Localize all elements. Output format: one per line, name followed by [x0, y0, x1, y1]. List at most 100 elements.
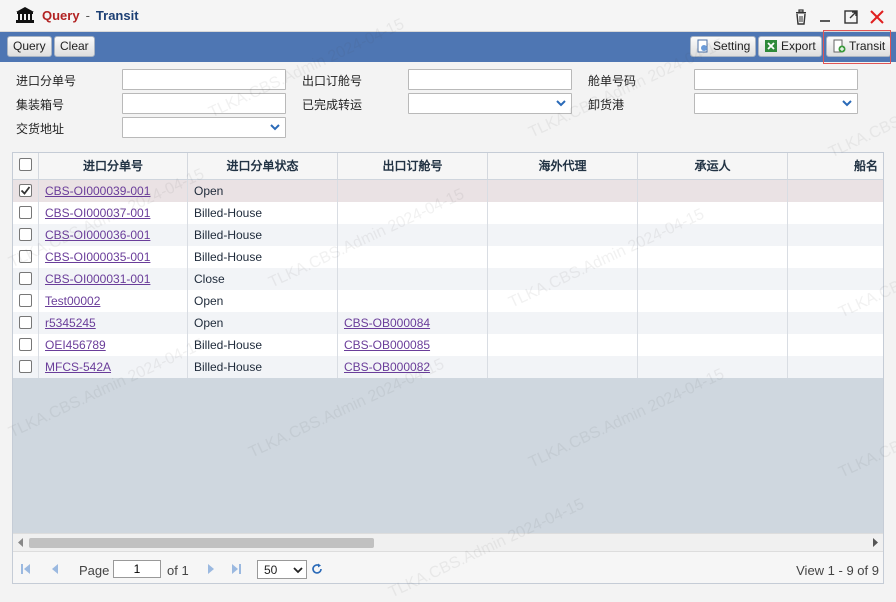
carrier-cell	[638, 268, 788, 290]
table-row[interactable]: OEI456789 Billed-House CBS-OB000085	[13, 334, 883, 356]
maximize-icon[interactable]	[842, 8, 860, 26]
results-grid: 进口分单号 进口分单状态 出口订舱号 海外代理 承运人 船名 CBS-OI000…	[12, 152, 884, 584]
vessel-cell	[788, 290, 883, 312]
row-select-cell	[13, 268, 39, 290]
minimize-icon[interactable]	[816, 8, 834, 26]
query-button[interactable]: Query	[7, 36, 52, 57]
next-page-icon[interactable]	[207, 563, 215, 575]
toolbar: Query Clear Setting Export Transit	[0, 32, 896, 62]
table-row[interactable]: CBS-OI000031-001 Close	[13, 268, 883, 290]
container-no-input[interactable]	[122, 93, 286, 114]
table-row[interactable]: r5345245 Open CBS-OB000084	[13, 312, 883, 334]
scrollbar-thumb[interactable]	[29, 538, 374, 548]
import-hbl-link[interactable]: r5345245	[45, 316, 96, 330]
table-row[interactable]: MFCS-542A Billed-House CBS-OB000082	[13, 356, 883, 378]
refresh-icon[interactable]	[311, 563, 323, 575]
import-hbl-link[interactable]: CBS-OI000037-001	[45, 206, 150, 220]
table-row[interactable]: CBS-OI000039-001 Open	[13, 180, 883, 202]
col-overseas-agent[interactable]: 海外代理	[488, 153, 638, 179]
delivery-address-select[interactable]	[122, 117, 286, 138]
export-booking-cell: CBS-OB000084	[338, 312, 488, 334]
row-checkbox[interactable]	[19, 360, 32, 373]
close-icon[interactable]	[868, 8, 886, 26]
page-number-input[interactable]	[113, 560, 161, 578]
row-checkbox[interactable]	[19, 206, 32, 219]
horizontal-scrollbar[interactable]	[13, 533, 883, 551]
col-export-booking[interactable]: 出口订舱号	[338, 153, 488, 179]
first-page-icon[interactable]	[21, 563, 31, 575]
carrier-cell	[638, 246, 788, 268]
scroll-left-icon[interactable]	[17, 538, 25, 547]
export-booking-cell	[338, 202, 488, 224]
import-hbl-input[interactable]	[122, 69, 286, 90]
last-page-icon[interactable]	[231, 563, 241, 575]
chevron-down-icon	[270, 124, 280, 131]
setting-button[interactable]: Setting	[690, 36, 757, 57]
prev-page-icon[interactable]	[51, 563, 59, 575]
overseas-agent-cell	[488, 246, 638, 268]
row-checkbox[interactable]	[19, 184, 32, 197]
export-button[interactable]: Export	[758, 36, 822, 57]
discharge-port-select[interactable]	[694, 93, 858, 114]
discharge-port-label: 卸货港	[588, 98, 625, 112]
import-status-cell: Billed-House	[188, 356, 338, 378]
vessel-cell	[788, 334, 883, 356]
import-hbl-link[interactable]: MFCS-542A	[45, 360, 111, 374]
export-booking-input[interactable]	[408, 69, 572, 90]
grid-empty-area	[13, 378, 883, 533]
excel-icon	[765, 40, 777, 52]
table-row[interactable]: Test00002 Open	[13, 290, 883, 312]
row-checkbox[interactable]	[19, 316, 32, 329]
row-checkbox[interactable]	[19, 250, 32, 263]
page-total-label: of 1	[167, 563, 189, 578]
delete-icon[interactable]	[792, 8, 810, 26]
clear-button[interactable]: Clear	[54, 36, 95, 57]
table-row[interactable]: CBS-OI000037-001 Billed-House	[13, 202, 883, 224]
title-bar: Query - Transit	[0, 0, 896, 32]
export-booking-cell	[338, 180, 488, 202]
vessel-cell	[788, 180, 883, 202]
export-booking-link[interactable]: CBS-OB000082	[344, 360, 430, 374]
row-checkbox[interactable]	[19, 338, 32, 351]
table-row[interactable]: CBS-OI000036-001 Billed-House	[13, 224, 883, 246]
page-size-select[interactable]: 50	[257, 560, 307, 579]
import-hbl-cell: CBS-OI000031-001	[39, 268, 188, 290]
import-hbl-cell: CBS-OI000035-001	[39, 246, 188, 268]
carrier-cell	[638, 202, 788, 224]
export-booking-link[interactable]: CBS-OB000084	[344, 316, 430, 330]
export-booking-link[interactable]: CBS-OB000085	[344, 338, 430, 352]
import-hbl-link[interactable]: Test00002	[45, 294, 100, 308]
import-status-cell: Close	[188, 268, 338, 290]
col-import-status[interactable]: 进口分单状态	[188, 153, 338, 179]
col-carrier[interactable]: 承运人	[638, 153, 788, 179]
query-button-label: Query	[13, 39, 46, 53]
select-all-checkbox[interactable]	[19, 158, 32, 171]
transit-done-select[interactable]	[408, 93, 572, 114]
import-hbl-link[interactable]: CBS-OI000036-001	[45, 228, 150, 242]
bill-no-input[interactable]	[694, 69, 858, 90]
row-select-cell	[13, 224, 39, 246]
overseas-agent-cell	[488, 202, 638, 224]
chevron-down-icon	[556, 100, 566, 107]
row-checkbox[interactable]	[19, 294, 32, 307]
table-row[interactable]: CBS-OI000035-001 Billed-House	[13, 246, 883, 268]
col-import-hbl[interactable]: 进口分单号	[39, 153, 188, 179]
container-no-label: 集装箱号	[16, 98, 65, 112]
import-hbl-link[interactable]: CBS-OI000035-001	[45, 250, 150, 264]
scroll-right-icon[interactable]	[871, 538, 879, 547]
title-separator: -	[85, 8, 90, 23]
carrier-cell	[638, 334, 788, 356]
import-hbl-link[interactable]: OEI456789	[45, 338, 106, 352]
page-label: Page	[79, 563, 110, 578]
row-select-cell	[13, 246, 39, 268]
import-status-cell: Open	[188, 312, 338, 334]
col-vessel[interactable]: 船名	[788, 153, 883, 179]
row-checkbox[interactable]	[19, 272, 32, 285]
overseas-agent-cell	[488, 312, 638, 334]
import-status-cell: Billed-House	[188, 224, 338, 246]
import-hbl-link[interactable]: CBS-OI000039-001	[45, 184, 150, 198]
import-hbl-link[interactable]: CBS-OI000031-001	[45, 272, 150, 286]
row-checkbox[interactable]	[19, 228, 32, 241]
bank-icon	[16, 7, 34, 23]
carrier-cell	[638, 356, 788, 378]
